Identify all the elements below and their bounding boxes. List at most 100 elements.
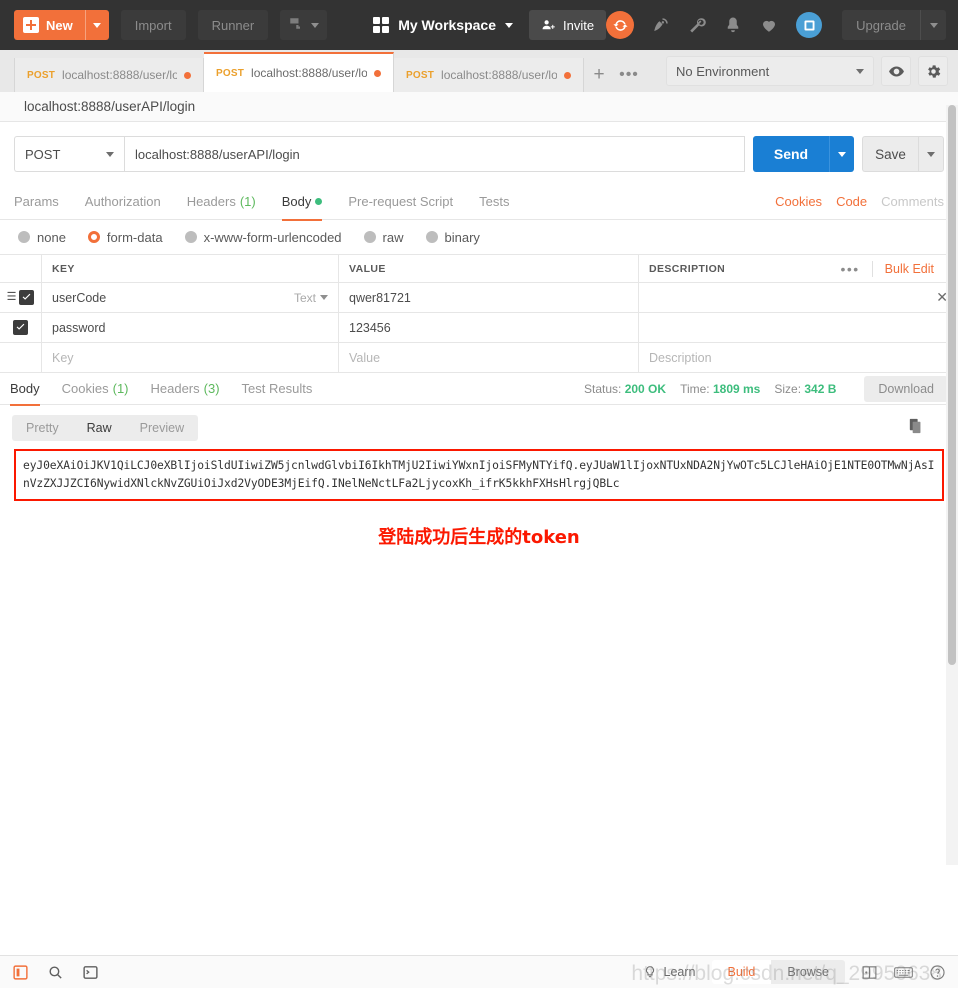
row-type-select[interactable]: Text	[294, 291, 328, 305]
runner-button[interactable]: Runner	[197, 10, 269, 40]
divider	[871, 260, 873, 277]
eye-icon	[888, 66, 904, 76]
bulk-edit-button[interactable]: Bulk Edit	[885, 262, 934, 276]
chevron-down-icon	[856, 68, 864, 74]
sidebar-toggle-icon[interactable]	[12, 964, 29, 981]
url-input[interactable]: localhost:8888/userAPI/login	[124, 136, 745, 172]
body-type-none[interactable]: none	[18, 230, 66, 245]
tab-params[interactable]: Params	[14, 184, 59, 220]
environment-select[interactable]: No Environment	[666, 56, 874, 86]
tab-headers[interactable]: Headers (1)	[187, 184, 256, 220]
tab-authorization[interactable]: Authorization	[85, 184, 161, 220]
body-type-raw[interactable]: raw	[363, 230, 404, 245]
download-button[interactable]: Download	[864, 375, 948, 402]
body-type-urlencoded[interactable]: x-www-form-urlencoded	[184, 230, 342, 245]
column-key-label: KEY	[52, 262, 75, 275]
send-button[interactable]: Send	[753, 136, 829, 172]
response-tab-body[interactable]: Body	[10, 373, 40, 406]
grid-icon	[373, 17, 390, 33]
response-tab-cookies[interactable]: Cookies (1)	[62, 373, 129, 405]
row-checkbox[interactable]	[19, 290, 35, 305]
code-link[interactable]: Code	[836, 194, 867, 209]
request-tab[interactable]: POST localhost:8888/user/logo	[394, 58, 584, 92]
scrollbar-thumb[interactable]	[948, 105, 956, 665]
method-select[interactable]: POST	[14, 136, 124, 172]
upgrade-button[interactable]: Upgrade	[842, 10, 946, 40]
invite-button[interactable]: Invite	[529, 10, 607, 40]
avatar[interactable]	[796, 12, 823, 38]
request-links: Cookies Code Comments	[775, 194, 944, 209]
row-key-cell[interactable]: userCode Text	[42, 283, 339, 312]
row-description-cell[interactable]: ✕	[639, 283, 958, 312]
learn-button[interactable]: Learn	[643, 964, 696, 980]
tab-body[interactable]: Body	[281, 184, 323, 221]
row-key-cell[interactable]: password	[42, 313, 339, 342]
find-icon[interactable]	[47, 964, 64, 981]
comments-link[interactable]: Comments	[881, 194, 944, 209]
cookies-link[interactable]: Cookies	[775, 194, 822, 209]
satellite-icon[interactable]	[652, 16, 670, 34]
wrench-icon[interactable]	[688, 16, 706, 34]
view-preview[interactable]: Preview	[126, 415, 198, 441]
tab-pre-request-script[interactable]: Pre-request Script	[348, 184, 453, 220]
workspace-selector[interactable]: My Workspace	[373, 17, 513, 33]
table-empty-row[interactable]: Key Value Description	[0, 343, 958, 373]
table-row[interactable]: password 123456	[0, 313, 958, 343]
send-dropdown-button[interactable]	[829, 136, 854, 172]
tab-pre-request-script-label: Pre-request Script	[348, 194, 454, 209]
size-meta: Size: 342 B	[774, 382, 836, 396]
status-bar-left	[12, 964, 99, 981]
new-button[interactable]: New	[14, 10, 109, 40]
environment-quick-look-button[interactable]	[881, 56, 911, 86]
view-raw[interactable]: Raw	[73, 415, 126, 441]
table-options-button[interactable]: •••	[840, 261, 859, 277]
open-tabs: POST localhost:8888/user/logir POST loca…	[0, 50, 644, 92]
import-button[interactable]: Import	[120, 10, 186, 40]
table-row[interactable]: ☰ userCode Text qwer81721 ✕	[0, 283, 958, 313]
bell-icon[interactable]	[724, 16, 742, 34]
row-value-cell[interactable]: 123456	[339, 313, 639, 342]
response-tab-headers[interactable]: Headers (3)	[151, 373, 220, 405]
row-key-cell[interactable]: Key	[42, 343, 339, 372]
response-token-text[interactable]: eyJ0eXAiOiJKV1QiLCJ0eXBlIjoiSldUIiwiZW5j…	[14, 449, 944, 501]
copy-button[interactable]	[907, 417, 924, 440]
new-window-button[interactable]	[280, 10, 328, 40]
save-label: Save	[875, 146, 906, 162]
view-pretty[interactable]: Pretty	[12, 415, 73, 441]
tab-headers-label: Headers	[186, 194, 236, 209]
request-tab[interactable]: POST localhost:8888/user/logo	[204, 52, 394, 92]
tab-params-label: Params	[14, 194, 59, 209]
body-type-binary[interactable]: binary	[425, 230, 480, 245]
new-tab-button[interactable]: +	[584, 58, 614, 92]
row-checkbox[interactable]	[13, 320, 28, 335]
keyboard-icon[interactable]	[894, 965, 913, 980]
row-value-cell[interactable]: qwer81721	[339, 283, 639, 312]
heart-icon[interactable]	[760, 16, 778, 34]
two-pane-icon[interactable]	[861, 964, 878, 981]
body-type-form-data[interactable]: form-data	[87, 230, 163, 245]
time-label: Time:	[680, 381, 710, 396]
row-description-cell[interactable]	[639, 313, 958, 342]
response-tab-test-results[interactable]: Test Results	[242, 373, 313, 405]
vertical-scrollbar[interactable]	[946, 105, 958, 865]
row-description-cell[interactable]: Description	[639, 343, 958, 372]
save-button[interactable]: Save	[862, 136, 918, 172]
response-body-panel: eyJ0eXAiOiJKV1QiLCJ0eXBlIjoiSldUIiwiZW5j…	[0, 449, 958, 955]
sync-button[interactable]	[606, 11, 635, 39]
tab-tests[interactable]: Tests	[479, 184, 509, 220]
browse-button[interactable]: Browse	[771, 960, 845, 984]
build-button[interactable]: Build	[711, 960, 772, 984]
upgrade-dropdown[interactable]	[920, 10, 946, 40]
new-button-dropdown[interactable]	[84, 10, 109, 40]
console-icon[interactable]	[82, 964, 99, 981]
environment-settings-button[interactable]	[918, 56, 948, 86]
request-tab[interactable]: POST localhost:8888/user/logir	[14, 58, 204, 92]
save-dropdown-button[interactable]	[918, 136, 944, 172]
new-button-main[interactable]: New	[14, 10, 85, 40]
tabs-more-button[interactable]: •••	[614, 58, 644, 92]
send-label: Send	[773, 146, 809, 162]
status-label: Status:	[584, 381, 622, 396]
drag-handle-icon[interactable]: ☰	[7, 292, 17, 303]
help-icon[interactable]	[929, 964, 946, 981]
row-value-cell[interactable]: Value	[339, 343, 639, 372]
